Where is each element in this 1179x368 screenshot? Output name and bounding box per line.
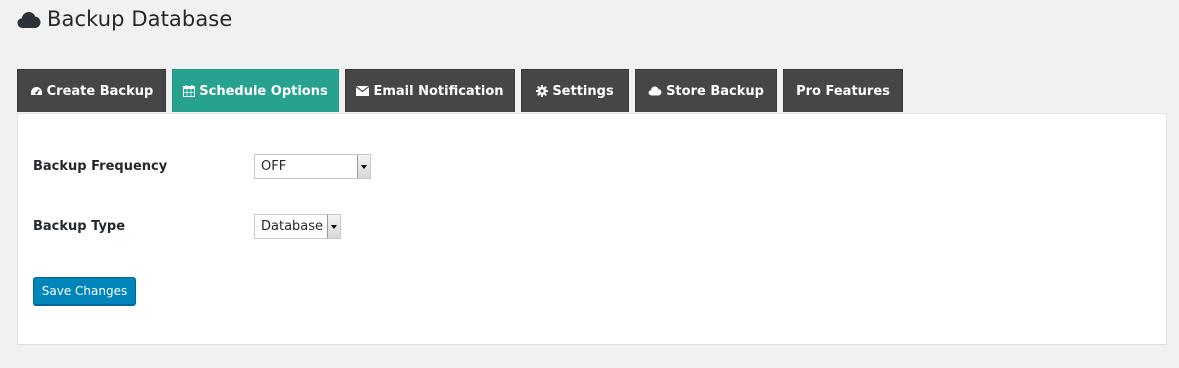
tab-label: Pro Features xyxy=(796,83,890,99)
tab-label: Store Backup xyxy=(666,83,764,99)
dropdown-arrow-icon xyxy=(327,215,340,238)
tab-pro-features[interactable]: Pro Features xyxy=(783,69,903,112)
backup-type-value: Database xyxy=(261,219,324,234)
backup-frequency-value: OFF xyxy=(261,159,287,174)
tab-create-backup[interactable]: Create Backup xyxy=(17,69,166,112)
envelope-icon xyxy=(356,86,370,96)
tab-label: Schedule Options xyxy=(199,83,328,99)
backup-frequency-select[interactable]: OFF xyxy=(254,154,371,179)
page-header: Backup Database xyxy=(17,4,232,34)
calendar-icon xyxy=(183,85,196,97)
tab-bar: Create Backup Schedule Options Email Not… xyxy=(17,69,909,113)
backup-frequency-label: Backup Frequency xyxy=(33,159,168,174)
tab-label: Email Notification xyxy=(373,83,504,99)
page-title: Backup Database xyxy=(47,7,233,31)
schedule-options-panel: Backup Frequency OFF Backup Type Databas… xyxy=(17,113,1167,345)
tab-email-notification[interactable]: Email Notification xyxy=(345,69,515,112)
backup-frequency-row: Backup Frequency OFF xyxy=(33,154,371,179)
tab-schedule-options[interactable]: Schedule Options xyxy=(172,69,339,112)
tab-settings[interactable]: Settings xyxy=(521,69,629,112)
save-changes-button[interactable]: Save Changes xyxy=(33,277,136,305)
backup-type-label: Backup Type xyxy=(33,219,126,234)
backup-type-row: Backup Type Database xyxy=(33,214,341,239)
dashboard-icon xyxy=(30,86,42,95)
gear-icon xyxy=(536,85,549,97)
tab-label: Settings xyxy=(552,83,614,99)
cloud-icon xyxy=(648,86,662,96)
dropdown-arrow-icon xyxy=(357,155,370,178)
tab-store-backup[interactable]: Store Backup xyxy=(635,69,777,112)
backup-type-select[interactable]: Database xyxy=(254,214,341,239)
tab-label: Create Backup xyxy=(46,83,154,99)
cloud-icon xyxy=(17,11,41,28)
